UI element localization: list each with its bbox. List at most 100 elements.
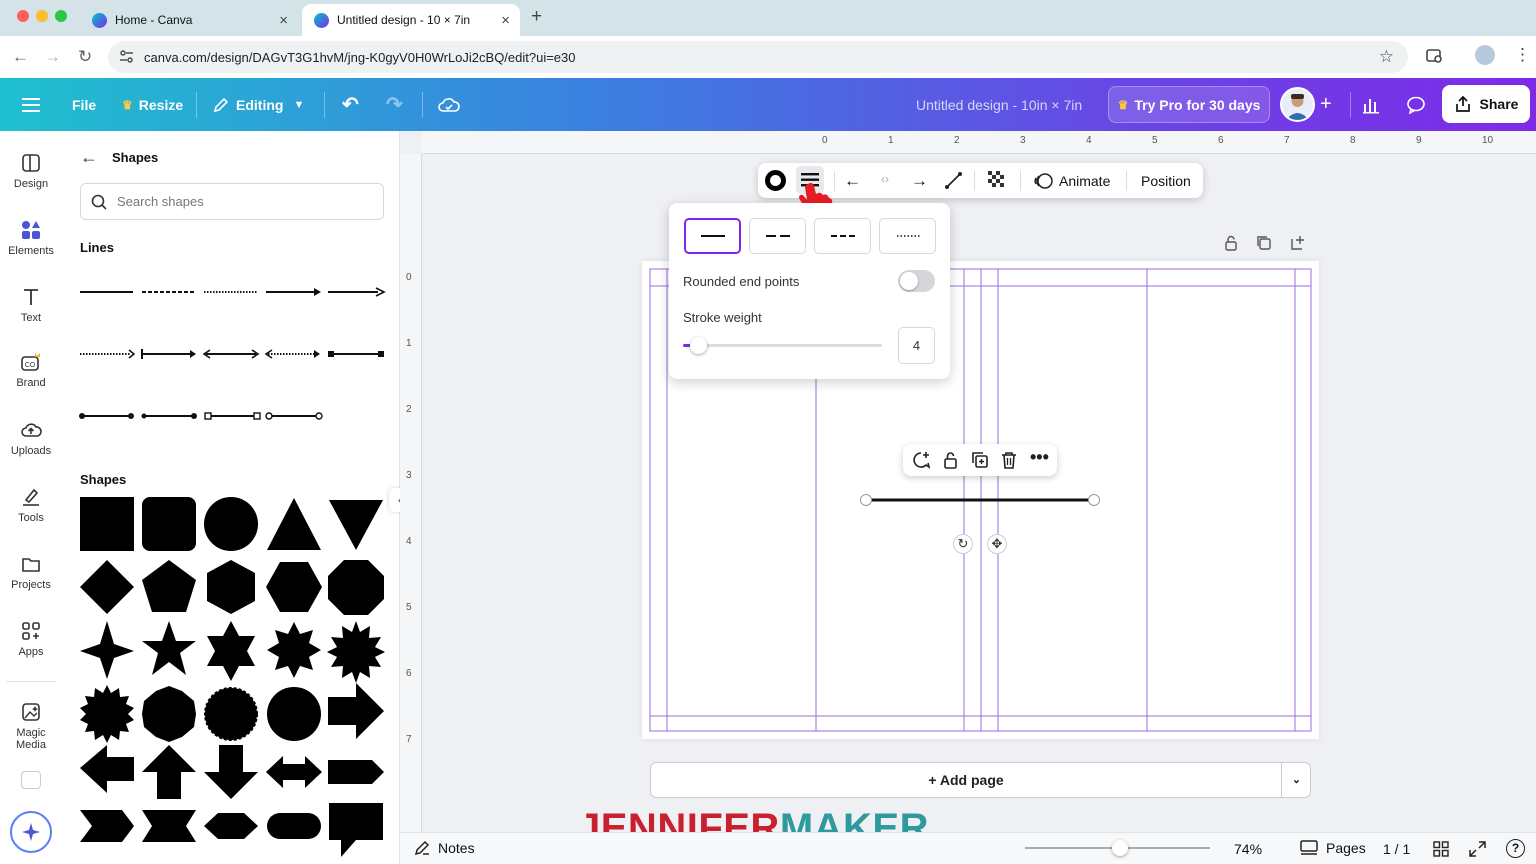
- stroke-weight-input[interactable]: 4: [898, 327, 935, 364]
- browser-menu-icon[interactable]: ⋮: [1514, 45, 1531, 65]
- rotate-handle-icon[interactable]: ↻: [953, 534, 973, 554]
- main-menu-button[interactable]: [22, 78, 40, 131]
- magic-assistant-button[interactable]: [10, 811, 52, 853]
- line-bar-ends[interactable]: [141, 349, 196, 359]
- shape-hexagon[interactable]: [266, 562, 322, 612]
- shape-rounded-square[interactable]: [142, 497, 196, 551]
- add-page-button[interactable]: + Add page: [651, 763, 1281, 797]
- stroke-style-short-dash[interactable]: [814, 218, 871, 254]
- try-pro-button[interactable]: ♛ Try Pro for 30 days: [1108, 86, 1270, 123]
- shape-arrow-right[interactable]: [328, 683, 384, 739]
- line-connector-icon[interactable]: [944, 171, 963, 193]
- zoom-window-dot[interactable]: [55, 10, 67, 22]
- shape-ribbon[interactable]: [142, 810, 196, 842]
- rail-item-apps[interactable]: Apps: [0, 620, 62, 658]
- zoom-level[interactable]: 74%: [1234, 841, 1262, 857]
- editing-mode-dropdown[interactable]: Editing ▼: [212, 78, 304, 131]
- shape-scalloped-circle[interactable]: [267, 687, 321, 741]
- stroke-weight-slider[interactable]: [683, 337, 882, 354]
- pages-button[interactable]: Pages: [1300, 840, 1366, 856]
- line-dotted-arrow[interactable]: [80, 349, 136, 359]
- fullscreen-icon[interactable]: [1469, 841, 1486, 860]
- line-arrow[interactable]: [266, 288, 321, 296]
- more-options-icon[interactable]: •••: [1030, 447, 1049, 468]
- stroke-style-long-dash[interactable]: [749, 218, 806, 254]
- line-start-arrow-icon[interactable]: ←: [844, 171, 861, 191]
- shape-8-point-star[interactable]: [267, 622, 321, 678]
- minimize-window-dot[interactable]: [36, 10, 48, 22]
- insights-button[interactable]: [1362, 78, 1380, 131]
- line-arrow-thin[interactable]: [328, 287, 386, 297]
- rail-item-text[interactable]: Text: [0, 286, 62, 324]
- profile-avatar-icon[interactable]: [1475, 45, 1495, 65]
- add-collaborator-button[interactable]: +: [1320, 78, 1332, 131]
- add-page-icon[interactable]: [1290, 235, 1306, 256]
- stroke-style-solid[interactable]: [684, 218, 741, 254]
- shape-speech-bubble[interactable]: [329, 803, 383, 857]
- position-button[interactable]: Position: [1141, 173, 1191, 189]
- forward-arrow-icon[interactable]: →: [44, 48, 61, 66]
- file-menu-button[interactable]: File: [72, 78, 96, 131]
- shape-elongated-hexagon[interactable]: [204, 813, 258, 839]
- trash-icon[interactable]: [1001, 451, 1017, 474]
- notes-button[interactable]: Notes: [414, 840, 475, 856]
- slider-handle[interactable]: [690, 337, 707, 354]
- shape-inverted-triangle[interactable]: [329, 500, 383, 550]
- resize-button[interactable]: ♛ Resize: [122, 78, 183, 131]
- cloud-save-button[interactable]: [438, 78, 460, 131]
- grid-view-icon[interactable]: [1433, 841, 1449, 860]
- line-circle-ends[interactable]: [79, 413, 134, 419]
- new-tab-button[interactable]: +: [531, 6, 542, 28]
- rail-item-magic-media[interactable]: Magic Media: [0, 701, 62, 751]
- shape-arrow-left[interactable]: [80, 745, 134, 793]
- back-arrow-icon[interactable]: ←: [80, 147, 98, 168]
- line-type-icon[interactable]: ‹›: [881, 172, 889, 186]
- stroke-style-dotted[interactable]: [879, 218, 936, 254]
- tab-search-icon[interactable]: [1426, 47, 1444, 70]
- lock-element-icon[interactable]: [942, 451, 959, 474]
- duplicate-page-icon[interactable]: [1256, 235, 1272, 256]
- rail-item-projects[interactable]: Projects: [0, 553, 62, 591]
- line-square-ends[interactable]: [328, 351, 384, 357]
- shape-pentagon-arrow[interactable]: [328, 760, 384, 784]
- line-color-swatch[interactable]: [765, 170, 786, 191]
- document-title[interactable]: Untitled design - 10in × 7in: [916, 78, 1082, 131]
- rail-item-elements[interactable]: Elements: [0, 219, 62, 257]
- shape-hexagon-vertical[interactable]: [207, 560, 255, 614]
- shape-triangle[interactable]: [267, 498, 321, 550]
- rail-item-uploads[interactable]: Uploads: [0, 419, 62, 457]
- search-shapes-input[interactable]: Search shapes: [80, 183, 384, 220]
- line-dot-circle[interactable]: [141, 413, 198, 419]
- browser-tab-home[interactable]: Home - Canva ×: [80, 4, 298, 36]
- share-button[interactable]: Share: [1442, 85, 1530, 123]
- comments-button[interactable]: [1406, 78, 1426, 131]
- zoom-slider[interactable]: [1025, 840, 1210, 856]
- shape-diamond[interactable]: [80, 560, 134, 614]
- shape-16-point-star[interactable]: [80, 685, 134, 743]
- close-tab-icon[interactable]: ×: [501, 12, 510, 29]
- redo-button[interactable]: ↷: [386, 78, 403, 131]
- shape-chevron[interactable]: [80, 810, 134, 842]
- line-open-square-ends[interactable]: [204, 412, 261, 420]
- line-end-arrow-icon[interactable]: →: [911, 171, 928, 191]
- shape-octagon[interactable]: [328, 560, 384, 615]
- selected-line-element[interactable]: [858, 492, 1102, 512]
- lock-page-icon[interactable]: [1223, 235, 1239, 256]
- shape-5-point-star[interactable]: [142, 621, 196, 675]
- shape-arrow-down[interactable]: [204, 745, 258, 799]
- animate-button[interactable]: Animate: [1034, 163, 1110, 198]
- comment-add-icon[interactable]: [912, 451, 931, 474]
- rail-item-tools[interactable]: Tools: [0, 486, 62, 524]
- help-icon[interactable]: ?: [1506, 839, 1525, 858]
- shape-circle[interactable]: [204, 497, 258, 551]
- line-dotted-double-arrow[interactable]: [264, 349, 320, 359]
- reload-icon[interactable]: ↻: [78, 48, 92, 66]
- zoom-slider-handle[interactable]: [1112, 840, 1128, 856]
- rail-item-design[interactable]: Design: [0, 152, 62, 190]
- shape-4-point-star[interactable]: [80, 621, 134, 679]
- shape-pill[interactable]: [267, 813, 321, 839]
- chevron-down-icon[interactable]: ⌄: [1282, 763, 1311, 797]
- user-avatar[interactable]: [1280, 87, 1315, 122]
- url-field[interactable]: canva.com/design/DAGvT3G1hvM/jng-K0gyV0H…: [108, 41, 1408, 73]
- shape-badge[interactable]: [142, 686, 196, 742]
